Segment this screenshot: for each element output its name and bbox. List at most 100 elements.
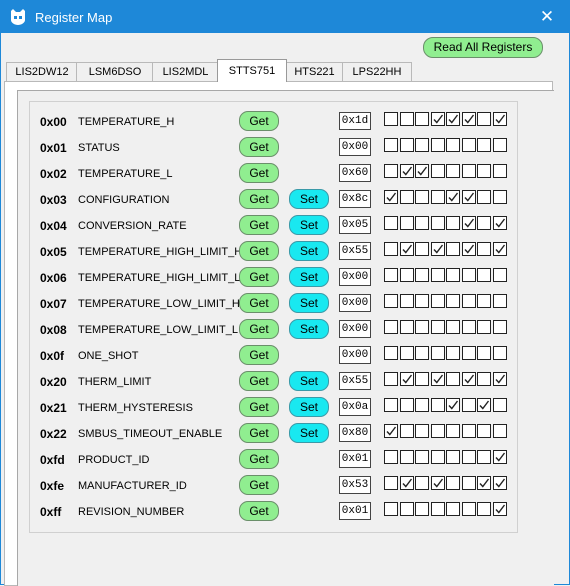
bit-4-checkbox[interactable] bbox=[430, 112, 445, 126]
bit-3-checkbox[interactable] bbox=[446, 372, 460, 386]
bit-2-checkbox[interactable] bbox=[461, 424, 476, 438]
get-button[interactable]: Get bbox=[239, 241, 279, 261]
bit-0-checkbox[interactable] bbox=[492, 294, 507, 308]
bit-3-checkbox[interactable] bbox=[446, 242, 460, 256]
bit-3-checkbox[interactable] bbox=[446, 398, 460, 412]
bit-3-checkbox[interactable] bbox=[446, 320, 460, 334]
bit-2-checkbox[interactable] bbox=[461, 242, 476, 256]
bit-3-checkbox[interactable] bbox=[446, 476, 460, 490]
bit-3-checkbox[interactable] bbox=[446, 450, 460, 464]
register-value-field[interactable]: 0x80 bbox=[339, 424, 371, 442]
get-button[interactable]: Get bbox=[239, 163, 279, 183]
bit-6-checkbox[interactable] bbox=[399, 346, 414, 360]
bit-6-checkbox[interactable] bbox=[399, 398, 414, 412]
bit-3-checkbox[interactable] bbox=[446, 294, 460, 308]
bit-0-checkbox[interactable] bbox=[492, 346, 507, 360]
bit-6-checkbox[interactable] bbox=[399, 320, 414, 334]
get-button[interactable]: Get bbox=[239, 189, 279, 209]
bit-7-checkbox[interactable] bbox=[384, 346, 398, 360]
bit-5-checkbox[interactable] bbox=[415, 268, 429, 282]
bit-3-checkbox[interactable] bbox=[446, 216, 460, 230]
bit-1-checkbox[interactable] bbox=[477, 138, 491, 152]
bit-3-checkbox[interactable] bbox=[446, 268, 460, 282]
register-value-field[interactable]: 0x00 bbox=[339, 346, 371, 364]
bit-3-checkbox[interactable] bbox=[446, 346, 460, 360]
bit-0-checkbox[interactable] bbox=[492, 372, 507, 386]
bit-5-checkbox[interactable] bbox=[415, 424, 429, 438]
set-button[interactable]: Set bbox=[289, 371, 329, 391]
bit-0-checkbox[interactable] bbox=[492, 190, 507, 204]
bit-5-checkbox[interactable] bbox=[415, 294, 429, 308]
bit-5-checkbox[interactable] bbox=[415, 476, 429, 490]
bit-5-checkbox[interactable] bbox=[415, 138, 429, 152]
bit-0-checkbox[interactable] bbox=[492, 268, 507, 282]
bit-6-checkbox[interactable] bbox=[399, 138, 414, 152]
bit-3-checkbox[interactable] bbox=[446, 502, 460, 516]
register-value-field[interactable]: 0x55 bbox=[339, 372, 371, 390]
bit-5-checkbox[interactable] bbox=[415, 216, 429, 230]
get-button[interactable]: Get bbox=[239, 501, 279, 521]
bit-1-checkbox[interactable] bbox=[477, 190, 491, 204]
bit-2-checkbox[interactable] bbox=[461, 190, 476, 204]
bit-5-checkbox[interactable] bbox=[415, 190, 429, 204]
set-button[interactable]: Set bbox=[289, 423, 329, 443]
bit-6-checkbox[interactable] bbox=[399, 476, 414, 490]
get-button[interactable]: Get bbox=[239, 215, 279, 235]
bit-6-checkbox[interactable] bbox=[399, 164, 414, 178]
register-value-field[interactable]: 0x00 bbox=[339, 138, 371, 156]
register-value-field[interactable]: 0x0a bbox=[339, 398, 371, 416]
register-value-field[interactable]: 0x00 bbox=[339, 294, 371, 312]
set-button[interactable]: Set bbox=[289, 215, 329, 235]
get-button[interactable]: Get bbox=[239, 397, 279, 417]
bit-3-checkbox[interactable] bbox=[446, 424, 460, 438]
set-button[interactable]: Set bbox=[289, 189, 329, 209]
bit-4-checkbox[interactable] bbox=[430, 190, 445, 204]
bit-5-checkbox[interactable] bbox=[415, 112, 429, 126]
bit-7-checkbox[interactable] bbox=[384, 216, 398, 230]
set-button[interactable]: Set bbox=[289, 319, 329, 339]
bit-1-checkbox[interactable] bbox=[477, 242, 491, 256]
bit-0-checkbox[interactable] bbox=[492, 164, 507, 178]
get-button[interactable]: Get bbox=[239, 423, 279, 443]
bit-0-checkbox[interactable] bbox=[492, 424, 507, 438]
bit-3-checkbox[interactable] bbox=[446, 164, 460, 178]
bit-7-checkbox[interactable] bbox=[384, 372, 398, 386]
set-button[interactable]: Set bbox=[289, 267, 329, 287]
bit-1-checkbox[interactable] bbox=[477, 398, 491, 412]
get-button[interactable]: Get bbox=[239, 293, 279, 313]
bit-4-checkbox[interactable] bbox=[430, 216, 445, 230]
register-value-field[interactable]: 0x55 bbox=[339, 242, 371, 260]
set-button[interactable]: Set bbox=[289, 397, 329, 417]
bit-6-checkbox[interactable] bbox=[399, 372, 414, 386]
bit-5-checkbox[interactable] bbox=[415, 372, 429, 386]
bit-5-checkbox[interactable] bbox=[415, 242, 429, 256]
bit-1-checkbox[interactable] bbox=[477, 424, 491, 438]
bit-0-checkbox[interactable] bbox=[492, 216, 507, 230]
bit-1-checkbox[interactable] bbox=[477, 502, 491, 516]
bit-5-checkbox[interactable] bbox=[415, 164, 429, 178]
tab-lps22hh[interactable]: LPS22HH bbox=[342, 62, 412, 81]
bit-6-checkbox[interactable] bbox=[399, 502, 414, 516]
read-all-registers-button[interactable]: Read All Registers bbox=[423, 37, 543, 58]
bit-0-checkbox[interactable] bbox=[492, 476, 507, 490]
bit-4-checkbox[interactable] bbox=[430, 372, 445, 386]
bit-2-checkbox[interactable] bbox=[461, 372, 476, 386]
bit-1-checkbox[interactable] bbox=[477, 112, 491, 126]
bit-0-checkbox[interactable] bbox=[492, 242, 507, 256]
bit-7-checkbox[interactable] bbox=[384, 320, 398, 334]
bit-2-checkbox[interactable] bbox=[461, 450, 476, 464]
bit-2-checkbox[interactable] bbox=[461, 398, 476, 412]
set-button[interactable]: Set bbox=[289, 293, 329, 313]
bit-7-checkbox[interactable] bbox=[384, 268, 398, 282]
bit-0-checkbox[interactable] bbox=[492, 398, 507, 412]
bit-2-checkbox[interactable] bbox=[461, 216, 476, 230]
tab-hts221[interactable]: HTS221 bbox=[285, 62, 344, 81]
bit-1-checkbox[interactable] bbox=[477, 294, 491, 308]
bit-1-checkbox[interactable] bbox=[477, 216, 491, 230]
bit-2-checkbox[interactable] bbox=[461, 346, 476, 360]
bit-0-checkbox[interactable] bbox=[492, 450, 507, 464]
bit-7-checkbox[interactable] bbox=[384, 138, 398, 152]
register-value-field[interactable]: 0x00 bbox=[339, 320, 371, 338]
bit-4-checkbox[interactable] bbox=[430, 138, 445, 152]
bit-7-checkbox[interactable] bbox=[384, 502, 398, 516]
